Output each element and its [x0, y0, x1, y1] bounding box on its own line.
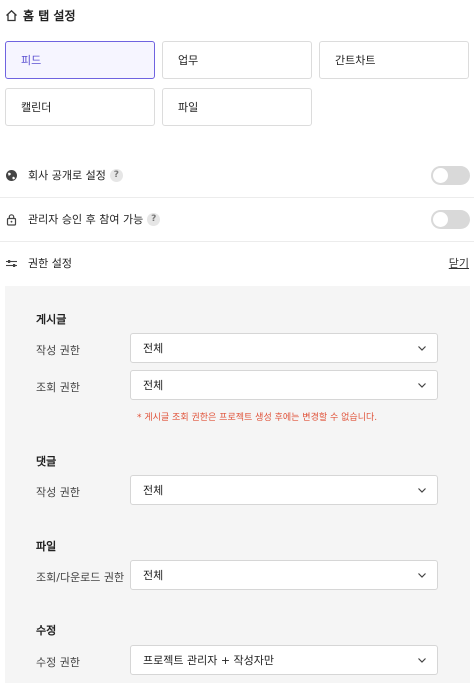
post-view-note: * 게시글 조회 권한은 프로젝트 생성 후에는 변경할 수 없습니다. [137, 413, 378, 423]
tab-file[interactable]: 파일 [162, 88, 312, 126]
tab-label: 업무 [178, 54, 199, 67]
tab-calendar[interactable]: 캘린더 [5, 88, 155, 126]
tab-feed[interactable]: 피드 [5, 41, 155, 79]
toggle-knob [433, 211, 448, 227]
tab-label: 피드 [21, 54, 42, 67]
select-value: 전체 [143, 379, 164, 392]
sliders-icon [5, 257, 18, 270]
toggle-knob [433, 167, 448, 183]
globe-icon [5, 169, 18, 182]
post-section-title: 게시글 [36, 313, 67, 326]
edit-permission-label: 수정 권한 [36, 656, 80, 669]
select-value: 전체 [143, 569, 164, 582]
divider [0, 241, 474, 242]
tab-label: 파일 [178, 101, 199, 114]
post-write-label: 작성 권한 [36, 344, 80, 357]
lock-icon [5, 213, 18, 226]
comment-write-label: 작성 권한 [36, 486, 80, 499]
chevron-down-icon [418, 383, 426, 388]
tab-label: 캘린더 [21, 101, 52, 114]
permissions-title: 권한 설정 [28, 257, 72, 270]
tab-gantt[interactable]: 간트차트 [319, 41, 469, 79]
help-icon[interactable]: ? [147, 212, 161, 226]
file-download-label: 조회/다운로드 권한 [36, 571, 125, 584]
edit-section-title: 수정 [36, 624, 57, 637]
post-view-select[interactable]: 전체 [130, 370, 438, 400]
select-value: 전체 [143, 342, 164, 355]
divider [0, 197, 474, 198]
comment-write-select[interactable]: 전체 [130, 475, 438, 505]
tab-tasks[interactable]: 업무 [162, 41, 312, 79]
admin-approval-row: 관리자 승인 후 참여 가능 ? [0, 199, 474, 239]
page-title: 홈 탭 설정 [23, 8, 76, 23]
chevron-down-icon [418, 488, 426, 493]
post-view-label: 조회 권한 [36, 381, 80, 394]
company-public-row: 회사 공개로 설정 ? [0, 155, 474, 195]
edit-permission-select[interactable]: 프로젝트 관리자 + 작성자만 [130, 645, 438, 675]
company-public-label: 회사 공개로 설정 [28, 169, 106, 182]
chevron-down-icon [418, 658, 426, 663]
company-public-label-group: 회사 공개로 설정 ? [28, 167, 123, 183]
select-value: 전체 [143, 484, 164, 497]
permissions-header: 권한 설정 닫기 [0, 243, 474, 283]
admin-approval-toggle[interactable] [431, 209, 470, 229]
company-public-toggle[interactable] [431, 165, 470, 185]
close-link[interactable]: 닫기 [449, 255, 469, 271]
post-write-select[interactable]: 전체 [130, 333, 438, 363]
chevron-down-icon [418, 346, 426, 351]
help-icon[interactable]: ? [109, 168, 123, 182]
page-header: 홈 탭 설정 [5, 6, 76, 24]
tab-label: 간트차트 [335, 54, 376, 67]
file-section-title: 파일 [36, 540, 57, 553]
chevron-down-icon [418, 573, 426, 578]
select-value: 프로젝트 관리자 + 작성자만 [143, 654, 275, 667]
comment-section-title: 댓글 [36, 455, 57, 468]
admin-approval-label: 관리자 승인 후 참여 가능 [28, 213, 144, 226]
admin-approval-label-group: 관리자 승인 후 참여 가능 ? [28, 211, 161, 227]
file-download-select[interactable]: 전체 [130, 560, 438, 590]
home-icon [5, 9, 18, 22]
